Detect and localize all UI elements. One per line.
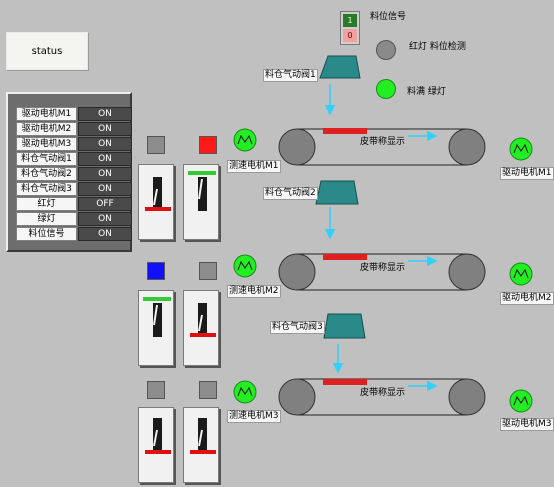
valve-3-label: 料仓气动阀3 [270, 321, 325, 334]
drive-motor-m3-label: 驱动电机M3 [500, 418, 554, 431]
toggle-lever-down-icon [145, 177, 171, 211]
toggle-lever-up-icon [188, 171, 216, 211]
silo-valve-2 [315, 180, 359, 205]
belt-3-right-pulley [448, 378, 486, 416]
line3-stop-switch[interactable] [138, 407, 174, 483]
drive-motor-m3-icon [509, 389, 533, 413]
belt-2-left-pulley [278, 253, 316, 291]
line1-status-lamp [147, 136, 165, 154]
drive-motor-m1-label: 驱动电机M1 [500, 167, 554, 180]
toggle-lever-down-icon [145, 418, 171, 454]
silo-valve-1 [319, 55, 361, 79]
belt-1-left-pulley [278, 128, 316, 166]
line2-start-switch[interactable] [138, 290, 174, 366]
belt-1-right-pulley [448, 128, 486, 166]
toggle-lever-down-icon [190, 303, 216, 337]
speed-motor-m3-icon [233, 380, 257, 404]
line3-stop-switch-2[interactable] [183, 407, 219, 483]
valve-2-label: 料仓气动阀2 [263, 187, 318, 200]
line3-alarm-lamp [199, 381, 217, 399]
speed-motor-m2-icon [233, 254, 257, 278]
toggle-lever-up-icon [143, 297, 171, 337]
speed-motor-m2-label: 测速电机M2 [227, 285, 281, 298]
line1-stop-switch[interactable] [138, 164, 174, 240]
drive-motor-m1-icon [509, 137, 533, 161]
belt-3-left-pulley [278, 378, 316, 416]
line2-status-lamp [147, 262, 165, 280]
drive-motor-m2-label: 驱动电机M2 [500, 292, 554, 305]
belt-2-right-pulley [448, 253, 486, 291]
belt-scale-3-label: 皮带称显示 [360, 388, 406, 398]
belt-scale-bar-1 [323, 128, 367, 134]
belt-scale-bar-3 [323, 379, 367, 385]
valve-1-label: 料仓气动阀1 [263, 69, 318, 82]
speed-motor-m1-icon [233, 128, 257, 152]
line1-start-switch[interactable] [183, 164, 219, 240]
line3-status-lamp [147, 381, 165, 399]
silo-valve-3 [323, 313, 366, 339]
drive-motor-m2-icon [509, 262, 533, 286]
belt-scale-bar-2 [323, 254, 367, 260]
line2-stop-switch[interactable] [183, 290, 219, 366]
belt-scale-1-label: 皮带称显示 [360, 137, 406, 147]
belt-scale-2-label: 皮带称显示 [360, 263, 406, 273]
line2-alarm-lamp [199, 262, 217, 280]
speed-motor-m1-label: 测速电机M1 [227, 160, 281, 173]
line1-alarm-lamp [199, 136, 217, 154]
speed-motor-m3-label: 测速电机M3 [227, 410, 281, 423]
toggle-lever-down-icon [190, 418, 216, 454]
